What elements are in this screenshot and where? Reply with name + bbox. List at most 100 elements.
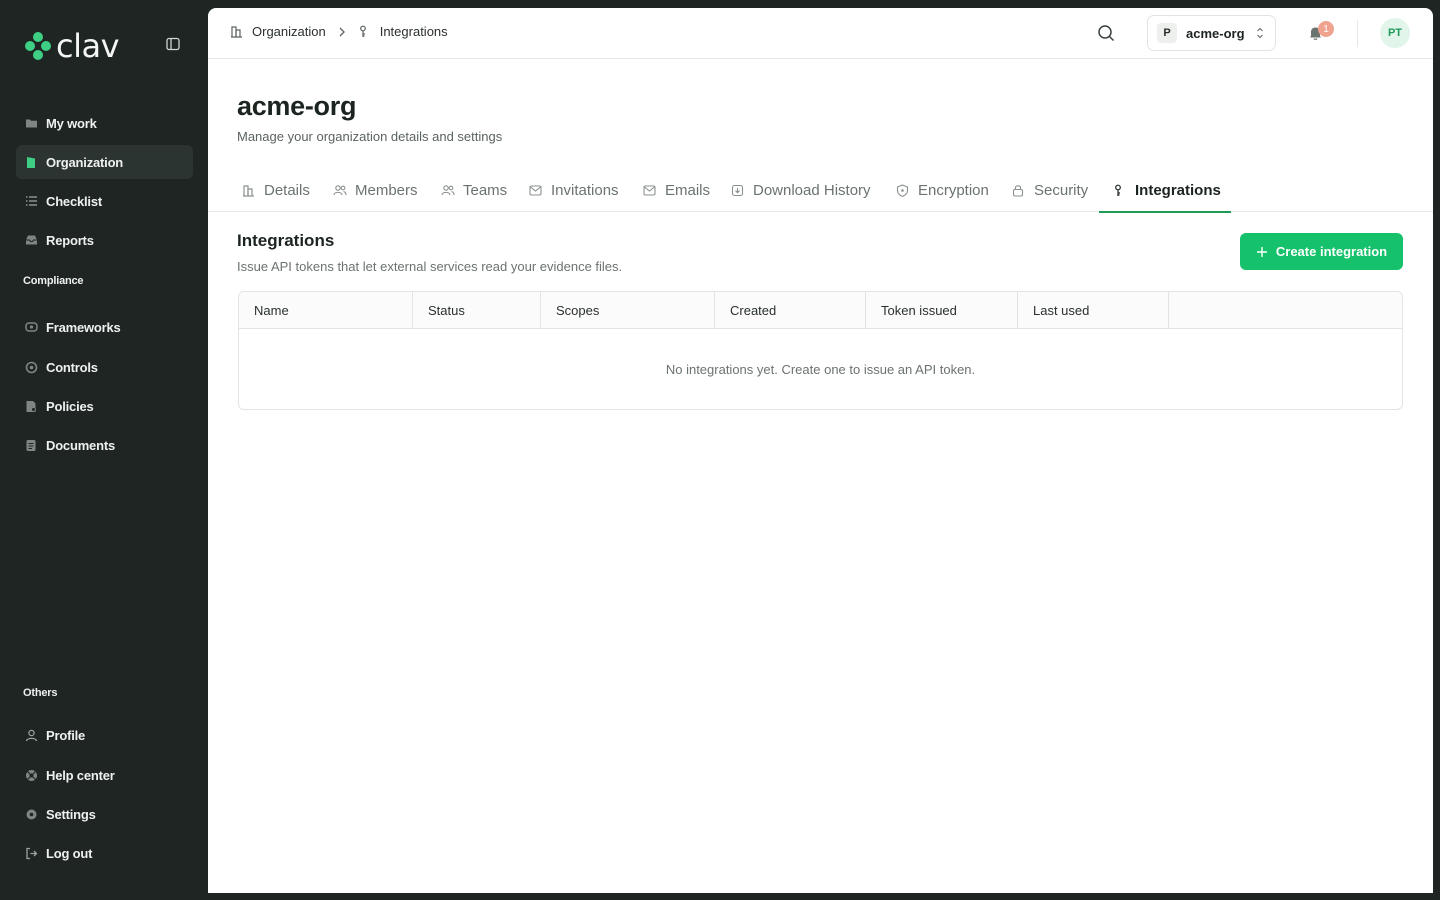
sidebar-item-label: Profile — [46, 727, 86, 743]
gear-icon — [24, 807, 38, 821]
tab-label: Invitations — [551, 181, 619, 199]
tab-integrations[interactable]: Integrations — [1099, 168, 1231, 213]
sidebar-item-settings[interactable]: Settings — [16, 797, 193, 831]
org-switcher[interactable]: P acme-org — [1147, 15, 1276, 51]
topbar-divider — [1357, 20, 1358, 47]
sidebar-item-policies[interactable]: Policies — [16, 389, 193, 423]
users-icon — [333, 183, 347, 197]
page-title: acme-org — [237, 91, 357, 121]
download-icon — [731, 183, 745, 197]
folder-icon — [24, 116, 38, 130]
building-icon — [230, 25, 244, 39]
lock-icon — [1012, 183, 1026, 197]
logo[interactable]: clav — [24, 27, 120, 65]
sidebar-item-help-center[interactable]: Help center — [16, 758, 193, 792]
avatar[interactable]: PT — [1380, 18, 1410, 48]
tab-label: Teams — [463, 181, 508, 199]
sidebar-toggle-icon[interactable] — [166, 37, 182, 53]
section-title: Integrations — [237, 231, 335, 250]
integrations-table: Name Status Scopes Created Token issued … — [238, 291, 1403, 410]
policy-icon — [24, 399, 38, 413]
team-icon — [441, 183, 455, 197]
tab-label: Emails — [665, 181, 711, 199]
create-integration-label: Create integration — [1275, 244, 1388, 259]
page-subtitle: Manage your organization details and set… — [237, 129, 503, 144]
sidebar-item-my-work[interactable]: My work — [16, 106, 193, 140]
section-label-compliance: Compliance — [23, 275, 84, 287]
tab-security[interactable]: Security — [1012, 168, 1088, 212]
breadcrumb: Organization Integrations — [230, 24, 448, 39]
column-header-status[interactable]: Status — [413, 292, 541, 329]
plus-icon — [1256, 246, 1268, 258]
tab-label: Encryption — [918, 181, 989, 199]
tab-label: Security — [1034, 181, 1089, 199]
framework-icon — [24, 320, 38, 334]
sidebar-item-frameworks[interactable]: Frameworks — [16, 310, 193, 344]
org-badge: P — [1157, 23, 1177, 43]
list-icon — [24, 194, 38, 208]
sidebar-item-label: My work — [46, 115, 97, 131]
mail-icon — [643, 183, 657, 197]
notification-badge: 1 — [1318, 21, 1334, 37]
sidebar-item-label: Help center — [46, 767, 115, 783]
create-integration-button[interactable]: Create integration — [1240, 233, 1403, 270]
column-header-last-used[interactable]: Last used — [1018, 292, 1169, 329]
search-icon[interactable] — [1097, 24, 1117, 44]
sidebar-item-label: Settings — [46, 806, 96, 822]
sidebar-item-checklist[interactable]: Checklist — [16, 184, 193, 218]
sidebar-item-label: Frameworks — [46, 319, 121, 335]
tab-details[interactable]: Details — [242, 168, 310, 212]
inbox-icon — [24, 233, 38, 247]
tab-label: Integrations — [1135, 181, 1221, 199]
section-label-others: Others — [23, 687, 58, 699]
key-icon — [358, 25, 372, 39]
sidebar-item-log-out[interactable]: Log out — [16, 836, 193, 870]
sidebar-item-profile[interactable]: Profile — [16, 718, 193, 752]
shield-icon — [896, 183, 910, 197]
tab-invitations[interactable]: Invitations — [529, 168, 619, 212]
key-icon — [1113, 183, 1127, 197]
chevron-up-down-icon — [1255, 26, 1265, 40]
sidebar-item-label: Organization — [46, 154, 124, 170]
top-bar: Organization Integrations P acme-org 1 P… — [208, 8, 1433, 59]
column-header-scopes[interactable]: Scopes — [541, 292, 715, 329]
tab-label: Members — [355, 181, 418, 199]
logo-text: clav — [56, 27, 120, 65]
column-header-token-issued[interactable]: Token issued — [866, 292, 1018, 329]
logout-icon — [24, 846, 38, 860]
building-icon — [24, 155, 38, 169]
tab-emails[interactable]: Emails — [643, 168, 710, 212]
tab-label: Details — [264, 181, 310, 199]
tab-bar: Details Members Teams Invitations Emails… — [208, 168, 1433, 213]
tab-encryption[interactable]: Encryption — [896, 168, 989, 212]
sidebar-item-label: Documents — [46, 437, 115, 453]
tab-label: Download History — [753, 181, 871, 199]
sidebar-item-organization[interactable]: Organization — [16, 145, 193, 179]
building-icon — [242, 183, 256, 197]
sidebar-item-label: Reports — [46, 232, 94, 248]
tab-download-history[interactable]: Download History — [731, 168, 871, 212]
clover-logo-icon — [25, 32, 51, 60]
document-icon — [24, 438, 38, 452]
breadcrumb-organization[interactable]: Organization — [252, 24, 326, 39]
chevron-right-icon — [338, 27, 346, 37]
sidebar-item-label: Policies — [46, 398, 94, 414]
help-icon — [24, 768, 38, 782]
tab-members[interactable]: Members — [333, 168, 418, 212]
sidebar-item-documents[interactable]: Documents — [16, 428, 193, 462]
tab-teams[interactable]: Teams — [441, 168, 507, 212]
org-name: acme-org — [1186, 25, 1245, 41]
sidebar-item-label: Log out — [46, 845, 93, 861]
column-header-name[interactable]: Name — [239, 292, 413, 329]
sidebar-item-controls[interactable]: Controls — [16, 350, 193, 384]
sidebar-item-reports[interactable]: Reports — [16, 223, 193, 257]
column-header-created[interactable]: Created — [715, 292, 866, 329]
sidebar: clav My work Organization Checklist Repo… — [0, 0, 208, 900]
sidebar-item-label: Controls — [46, 359, 98, 375]
breadcrumb-integrations[interactable]: Integrations — [380, 24, 448, 39]
user-icon — [24, 728, 38, 742]
mail-icon — [529, 183, 543, 197]
controls-icon — [24, 360, 38, 374]
main-panel: Organization Integrations P acme-org 1 P… — [208, 8, 1433, 893]
table-header: Name Status Scopes Created Token issued … — [239, 292, 1402, 329]
